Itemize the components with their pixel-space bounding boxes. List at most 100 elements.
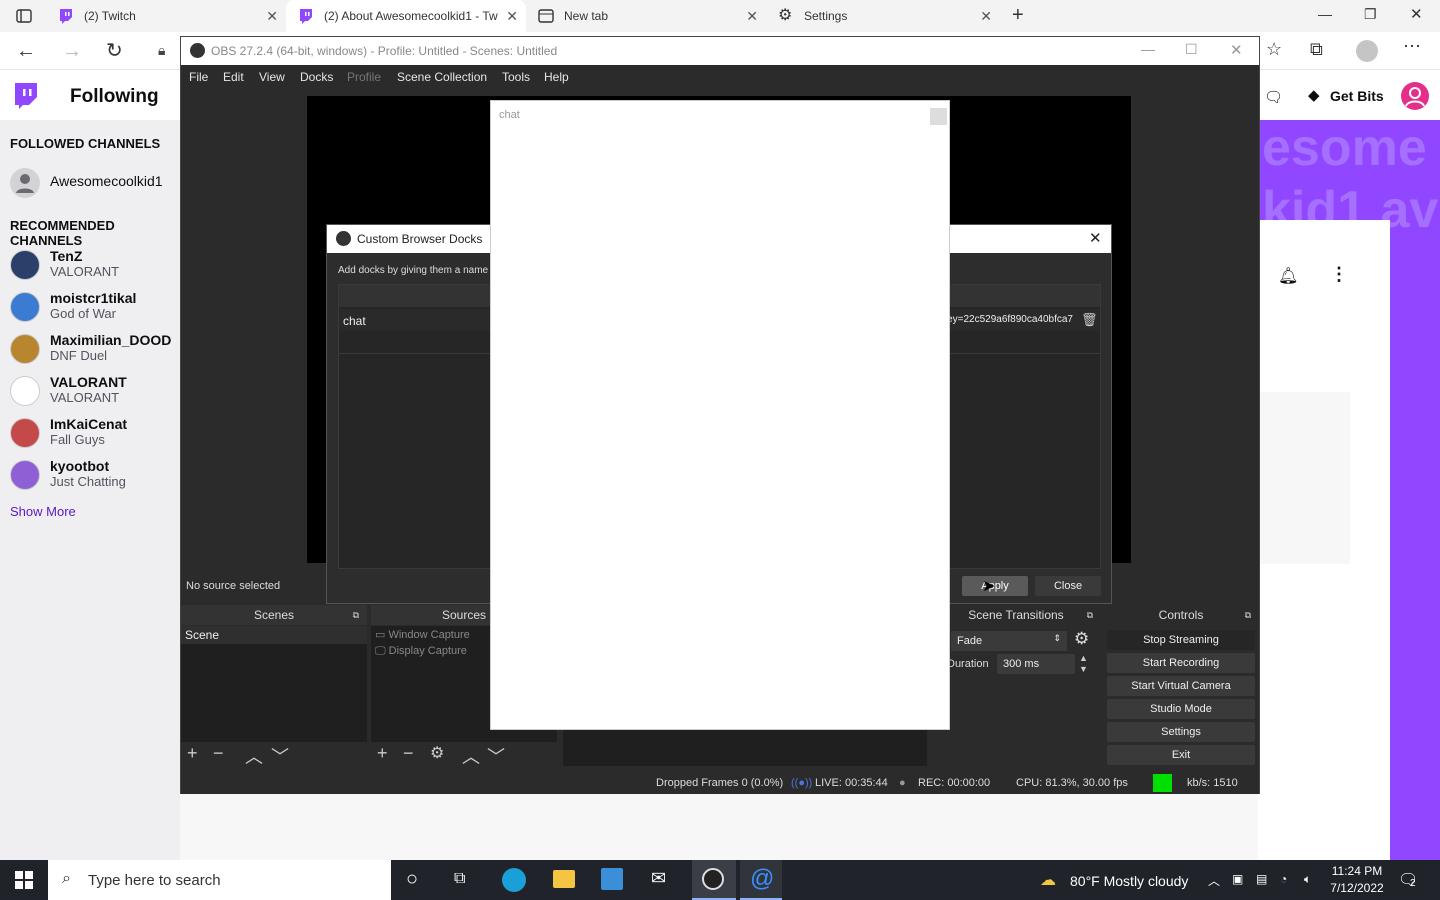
obs-taskbar-button[interactable] (692, 860, 736, 900)
weather-text[interactable]: 80°F Mostly cloudy (1070, 873, 1188, 889)
notifications-icon[interactable]: 🗨︎ (1264, 88, 1283, 106)
transition-select[interactable]: Fade ⇕ (951, 631, 1067, 651)
undock-icon[interactable]: ⧉ (1087, 605, 1093, 625)
move-up-icon[interactable]: ︿ (245, 743, 263, 769)
twitch-icon (300, 9, 312, 24)
lock-icon[interactable]: 🔒︎ (158, 42, 165, 59)
file-explorer-icon[interactable] (553, 870, 575, 888)
maximize-icon[interactable]: ☐ (1185, 41, 1198, 58)
following-link[interactable]: Following (70, 86, 159, 108)
windows-start-icon[interactable] (15, 871, 33, 889)
move-down-icon[interactable]: ﹀ (487, 743, 505, 769)
close-icon[interactable]: ✕ (980, 8, 992, 25)
recommended-channel[interactable]: Maximilian_DOOD DNF Duel (10, 332, 185, 370)
recommended-channel[interactable]: VALORANT VALORANT (10, 374, 185, 412)
studio-mode-button[interactable]: Studio Mode (1107, 699, 1255, 719)
undock-icon[interactable]: ⧉ (1245, 605, 1251, 625)
at-app-taskbar-button[interactable]: @ (740, 860, 782, 900)
collections-icon[interactable]: ⧉ (1310, 39, 1323, 60)
tab-about[interactable]: (2) About Awesomecoolkid1 - Tw ✕ (286, 0, 526, 32)
close-icon[interactable]: ✕ (1230, 41, 1243, 59)
undock-icon[interactable]: ⧉ (353, 605, 359, 625)
show-more-link[interactable]: Show More (10, 504, 76, 519)
meet-now-icon[interactable]: ▣ (1232, 872, 1243, 886)
add-icon[interactable]: + (187, 743, 198, 764)
at-app-icon: @ (750, 865, 775, 892)
remove-icon[interactable]: − (213, 743, 224, 764)
cortana-icon[interactable]: ○ (406, 868, 418, 891)
menu-docks[interactable]: Docks (300, 70, 333, 84)
close-window-icon[interactable]: ✕ (1410, 5, 1423, 23)
new-tab-button[interactable]: + (1012, 4, 1024, 27)
close-button[interactable]: Close (1035, 576, 1101, 596)
list-item[interactable]: 🖵︎ Display Capture (375, 645, 467, 658)
task-view-icon[interactable]: ⧉ (454, 870, 465, 888)
close-icon[interactable]: ✕ (506, 8, 518, 25)
more-icon[interactable]: ⋯ (1403, 36, 1421, 57)
menu-tools[interactable]: Tools (502, 70, 530, 84)
favorites-icon[interactable]: ☆ (1266, 39, 1282, 60)
twitch-logo-icon[interactable] (12, 82, 38, 110)
exit-button[interactable]: Exit (1107, 745, 1255, 765)
trash-icon[interactable]: 🗑︎ (1081, 312, 1098, 328)
followed-channel[interactable]: Awesomecoolkid1 (10, 166, 185, 204)
gear-icon[interactable]: ⚙ (1074, 629, 1089, 649)
obs-menubar: File Edit View Docks Profile Scene Colle… (181, 65, 1259, 89)
settings-button[interactable]: Settings (1107, 722, 1255, 742)
more-options-icon[interactable]: ⋮ (1330, 264, 1348, 285)
edge-icon[interactable] (502, 868, 526, 892)
list-item[interactable]: Scene (181, 626, 367, 644)
duration-input[interactable]: 300 ms (997, 654, 1075, 674)
menu-view[interactable]: View (259, 70, 285, 84)
back-icon[interactable]: ← (16, 40, 36, 63)
menu-file[interactable]: File (189, 70, 208, 84)
menu-help[interactable]: Help (544, 70, 569, 84)
bell-icon[interactable]: 🔔︎ (1278, 266, 1298, 286)
mail-icon[interactable]: ✉ (651, 868, 666, 889)
volume-icon[interactable]: 🔈︎ (1304, 872, 1311, 887)
start-recording-button[interactable]: Start Recording (1107, 653, 1255, 673)
forward-icon[interactable]: → (62, 40, 82, 63)
tab-twitch[interactable]: (2) Twitch ✕ (46, 0, 286, 32)
recommended-channel[interactable]: moistcr1tikal God of War (10, 290, 185, 328)
start-virtual-camera-button[interactable]: Start Virtual Camera (1107, 676, 1255, 696)
close-icon[interactable]: ✕ (746, 8, 758, 25)
taskbar-search[interactable]: ⌕ Type here to search (48, 860, 391, 900)
stop-streaming-button[interactable]: Stop Streaming (1107, 630, 1255, 650)
network-icon[interactable]: ▤ (1256, 872, 1267, 886)
minimize-icon[interactable]: — (1318, 6, 1332, 22)
dock-name-cell[interactable]: chat (343, 314, 366, 328)
profile-avatar[interactable] (1356, 40, 1378, 62)
store-icon[interactable] (601, 868, 623, 890)
minimize-icon[interactable]: — (1141, 41, 1155, 57)
menu-edit[interactable]: Edit (223, 70, 244, 84)
move-up-icon[interactable]: ︿ (462, 743, 480, 769)
move-down-icon[interactable]: ﹀ (271, 743, 289, 769)
restore-icon[interactable]: ❐ (1364, 6, 1377, 23)
remove-icon[interactable]: − (403, 743, 414, 764)
close-icon[interactable]: ✕ (266, 8, 278, 25)
tab-actions-icon[interactable] (16, 8, 32, 24)
spinner-icon[interactable]: ▲ ▼ (1079, 653, 1088, 675)
user-avatar[interactable] (1401, 82, 1429, 110)
source-label: Window Capture (388, 629, 470, 641)
dock-float-button[interactable] (930, 108, 947, 125)
wifi-icon[interactable]: ◔ (1280, 872, 1287, 886)
about-panel: 🔔︎ ⋮ (1258, 220, 1390, 860)
recommended-channel[interactable]: ImKaiCenat Fall Guys (10, 416, 185, 454)
get-bits-button[interactable]: Get Bits (1330, 88, 1384, 104)
recommended-channel[interactable]: TenZ VALORANT (10, 248, 185, 286)
chevron-up-icon[interactable]: ︿ (1208, 872, 1220, 889)
add-icon[interactable]: + (377, 743, 388, 764)
window-icon: ▭ (375, 629, 389, 641)
close-icon[interactable]: ✕ (1089, 229, 1102, 247)
menu-profile[interactable]: Profile (347, 70, 381, 84)
refresh-icon[interactable]: ↻ (106, 38, 123, 63)
clock[interactable]: 11:24 PM 7/12/2022 (1328, 864, 1386, 895)
tab-new[interactable]: New tab ✕ (526, 0, 766, 32)
recommended-channel[interactable]: kyootbot Just Chatting (10, 458, 185, 496)
tab-settings[interactable]: ⚙ Settings ✕ (766, 0, 1000, 32)
menu-scene-collection[interactable]: Scene Collection (397, 70, 487, 84)
gear-icon[interactable]: ⚙ (430, 743, 444, 763)
list-item[interactable]: ▭ Window Capture (375, 628, 470, 641)
